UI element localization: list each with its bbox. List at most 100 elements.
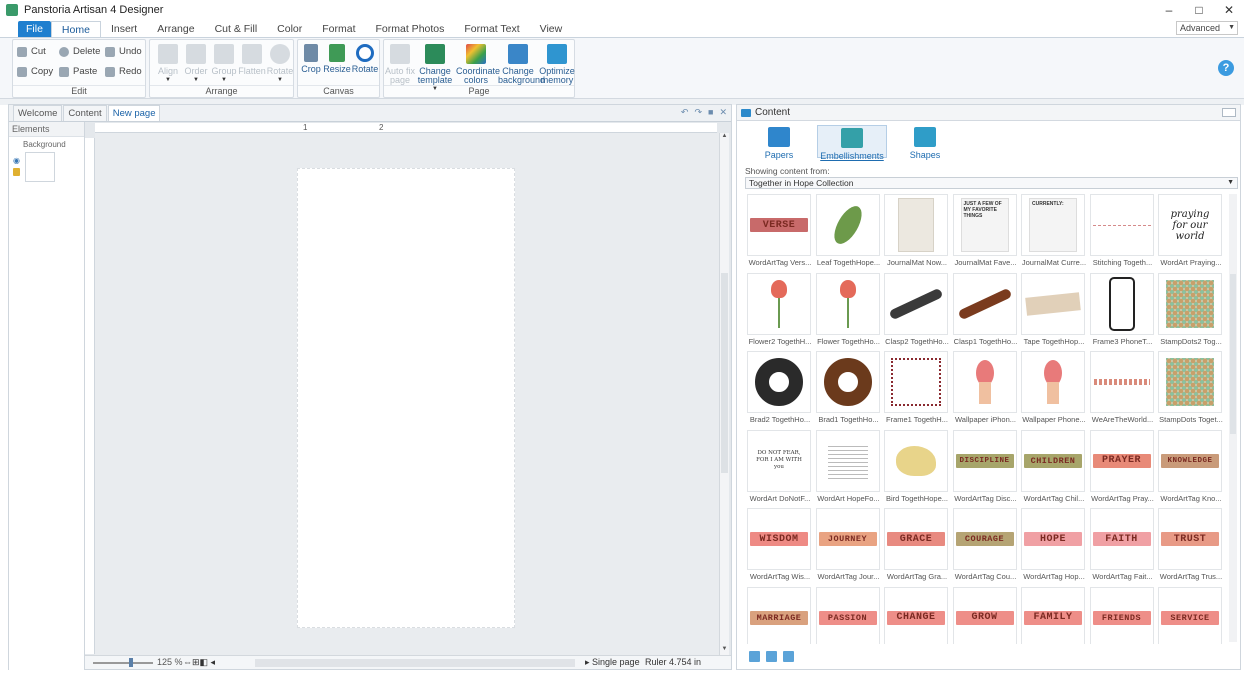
restore-button[interactable]: □: [1184, 0, 1214, 20]
content-item[interactable]: Brad1 TogethHo...: [815, 351, 882, 429]
content-item[interactable]: JournalMat Now...: [884, 194, 950, 272]
content-item[interactable]: FAITH WordArtTag Fait...: [1089, 508, 1156, 586]
content-item[interactable]: FRIENDS: [1089, 586, 1156, 644]
canvas-area[interactable]: [95, 133, 719, 655]
content-item[interactable]: DISCIPLINE WordArtTag Disc...: [952, 429, 1019, 508]
content-item[interactable]: JOURNEY WordArtTag Jour...: [815, 508, 882, 586]
content-item[interactable]: Flower TogethHo...: [815, 272, 882, 351]
page-mode[interactable]: ▸ Single page: [585, 657, 640, 668]
canvas-rotate-button[interactable]: Rotate: [350, 44, 380, 74]
content-item[interactable]: COURAGE WordArtTag Cou...: [952, 508, 1019, 586]
coordinate-colors-button[interactable]: Coordinate colors: [456, 44, 500, 85]
content-item[interactable]: Clasp2 TogethHo...: [884, 272, 950, 351]
help-icon[interactable]: ?: [1218, 60, 1234, 76]
content-item[interactable]: CHILDREN WordArtTag Chil...: [1021, 429, 1087, 508]
content-item[interactable]: PRAYER WordArtTag Pray...: [1089, 429, 1156, 508]
background-thumbnail[interactable]: [25, 152, 55, 182]
scroll-up-icon[interactable]: ▲: [720, 133, 729, 142]
content-item[interactable]: Tape TogethHop...: [1021, 272, 1087, 351]
save-icon[interactable]: ■: [708, 107, 713, 118]
delete-button[interactable]: Delete: [59, 46, 100, 57]
content-item[interactable]: KNOWLEDGE WordArtTag Kno...: [1158, 429, 1224, 508]
content-item[interactable]: Stitching Togeth...: [1089, 194, 1156, 272]
tab-home[interactable]: Home: [50, 21, 101, 38]
content-item[interactable]: Frame3 PhoneT...: [1089, 272, 1156, 351]
content-item[interactable]: GROW: [952, 586, 1019, 644]
vertical-scrollbar[interactable]: ▲ ▼: [719, 133, 729, 655]
content-item[interactable]: praying for our world WordArt Praying...: [1158, 194, 1224, 272]
resize-button[interactable]: Resize: [322, 44, 352, 74]
type-papers[interactable]: Papers: [749, 125, 809, 160]
tab-format-photos[interactable]: Format Photos: [366, 21, 455, 38]
content-item[interactable]: Clasp1 TogethHo...: [952, 272, 1019, 351]
type-shapes[interactable]: Shapes: [895, 125, 955, 160]
content-item[interactable]: MARRIAGE: [747, 586, 813, 644]
content-item[interactable]: FAMILY: [1021, 586, 1087, 644]
fit-icons[interactable]: ⇔⊞◧ ◂: [183, 657, 215, 668]
content-scrollbar[interactable]: [1229, 194, 1237, 642]
content-item[interactable]: PASSION: [815, 586, 882, 644]
lock-icon[interactable]: [13, 168, 20, 176]
content-item[interactable]: WeAreTheWorld...: [1089, 351, 1156, 429]
page[interactable]: [297, 168, 515, 628]
small-grid-icon[interactable]: [749, 651, 760, 662]
redo-button[interactable]: Redo: [105, 66, 142, 77]
content-item[interactable]: HOPE WordArtTag Hop...: [1021, 508, 1087, 586]
content-item[interactable]: GRACE WordArtTag Gra...: [884, 508, 950, 586]
tab-format[interactable]: Format: [312, 21, 365, 38]
scroll-thumb[interactable]: [721, 273, 728, 473]
eye-icon[interactable]: ◉: [13, 156, 20, 165]
list-view-icon[interactable]: [783, 651, 794, 662]
paste-button[interactable]: Paste: [59, 66, 97, 77]
tab-color[interactable]: Color: [267, 21, 312, 38]
content-item[interactable]: CHANGE: [884, 586, 950, 644]
large-grid-icon[interactable]: [766, 651, 777, 662]
zoom-slider[interactable]: [93, 662, 153, 664]
content-item[interactable]: JUST A FEW OF MY FAVORITE THINGS JournalM…: [952, 194, 1019, 272]
content-item[interactable]: DO NOT FEAR, FOR I AM WITH you WordArt Do…: [747, 429, 813, 508]
content-item[interactable]: Wallpaper iPhon...: [952, 351, 1019, 429]
optimize-memory-button[interactable]: Optimize memory: [538, 44, 576, 85]
scroll-down-icon[interactable]: ▼: [720, 646, 729, 655]
tab-new-page[interactable]: New page: [107, 105, 161, 121]
redo-small-icon[interactable]: ↷: [694, 107, 702, 118]
content-item[interactable]: StampDots2 Tog...: [1158, 272, 1224, 351]
content-item[interactable]: StampDots Toget...: [1158, 351, 1224, 429]
tab-view[interactable]: View: [530, 21, 573, 38]
tab-content[interactable]: Content: [63, 105, 107, 121]
type-embellishments[interactable]: Embellishments: [817, 125, 887, 161]
content-item[interactable]: WISDOM WordArtTag Wis...: [747, 508, 813, 586]
tab-welcome[interactable]: Welcome: [13, 105, 63, 121]
close-button[interactable]: ✕: [1214, 0, 1244, 20]
content-item[interactable]: WordArt HopeFo...: [815, 429, 882, 508]
cut-button[interactable]: Cut: [17, 46, 46, 57]
horizontal-scrollbar[interactable]: [255, 659, 575, 667]
content-item[interactable]: CURRENTLY: JournalMat Curre...: [1021, 194, 1087, 272]
minimize-button[interactable]: –: [1154, 0, 1184, 20]
zoom-handle[interactable]: [129, 658, 133, 667]
content-item[interactable]: Frame1 TogethH...: [884, 351, 950, 429]
content-item[interactable]: Bird TogethHope...: [884, 429, 950, 508]
panel-toggle-button[interactable]: [1222, 108, 1236, 117]
content-item[interactable]: Leaf TogethHope...: [815, 194, 882, 272]
close-doc-icon[interactable]: ✕: [719, 107, 727, 118]
collection-select[interactable]: Together in Hope Collection: [745, 177, 1238, 189]
content-item[interactable]: VERSE WordArtTag Vers...: [747, 194, 813, 272]
undo-small-icon[interactable]: ↶: [681, 107, 689, 118]
tab-file[interactable]: File: [18, 21, 51, 38]
tab-format-text[interactable]: Format Text: [454, 21, 529, 38]
content-scroll-thumb[interactable]: [1230, 274, 1236, 434]
content-item[interactable]: Brad2 TogethHo...: [747, 351, 813, 429]
tab-arrange[interactable]: Arrange: [147, 21, 204, 38]
mode-select[interactable]: Advanced: [1176, 21, 1238, 35]
arrange-rotate-button[interactable]: Rotate ▼: [262, 44, 298, 85]
tab-cut-fill[interactable]: Cut & Fill: [205, 21, 268, 38]
copy-button[interactable]: Copy: [17, 66, 53, 77]
undo-button[interactable]: Undo: [105, 46, 142, 57]
content-item[interactable]: TRUST WordArtTag Trus...: [1158, 508, 1224, 586]
change-background-button[interactable]: Change background: [498, 44, 545, 85]
content-item[interactable]: Wallpaper Phone...: [1021, 351, 1087, 429]
crop-button[interactable]: Crop: [298, 44, 324, 74]
content-item[interactable]: SERVICE: [1158, 586, 1224, 644]
autofix-button[interactable]: Auto fix page: [384, 44, 416, 85]
